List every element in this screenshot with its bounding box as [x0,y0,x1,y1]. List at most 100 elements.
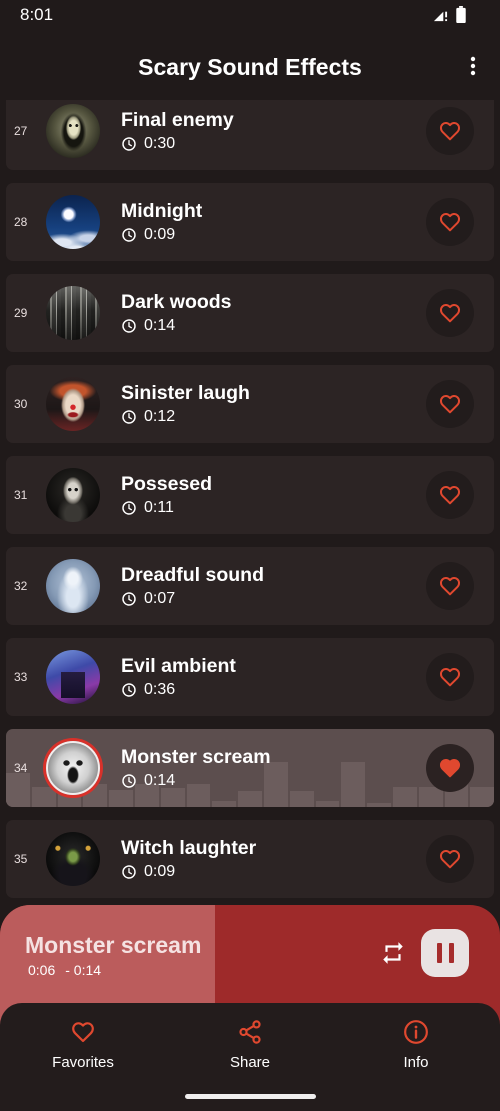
bottom-nav: Favorites Share Info [0,1003,500,1111]
favorite-button[interactable] [426,107,474,155]
sound-info: Monster scream 0:14 [121,745,271,791]
sound-thumbnail [46,195,100,249]
duration-text: 0:09 [144,863,176,880]
duration-text: 0:11 [144,499,174,516]
favorite-button[interactable] [426,471,474,519]
favorite-button[interactable] [426,380,474,428]
sound-thumbnail [46,559,100,613]
sound-list-item[interactable]: 29 Dark woods 0:14 [6,274,494,352]
sound-thumbnail [46,650,100,704]
now-playing-title: Monster scream [25,932,202,958]
waveform-bar [212,800,237,807]
home-indicator[interactable] [185,1094,316,1099]
sound-duration: 0:09 [121,225,202,245]
favorite-button[interactable] [426,835,474,883]
info-icon [404,1020,428,1044]
sound-duration: 0:11 [121,498,212,518]
sound-list-item[interactable]: 34 Monster scream 0:14 [6,729,494,807]
sound-thumbnail [46,832,100,886]
nav-favorites[interactable]: Favorites [0,1003,166,1083]
sound-list-item[interactable]: 35 Witch laughter 0:09 [6,820,494,898]
sound-duration: 0:07 [121,589,264,609]
sound-duration: 0:30 [121,134,234,154]
favorite-button[interactable] [426,653,474,701]
repeat-button[interactable] [379,939,407,967]
pause-icon [448,943,454,963]
clock-icon [122,410,136,424]
sound-number: 27 [14,124,28,138]
sound-title: Monster scream [121,746,271,768]
favorite-button[interactable] [426,289,474,337]
heart-outline-icon [439,121,461,141]
status-time: 8:01 [20,5,54,24]
sound-info: Midnight 0:09 [121,199,202,245]
battery-icon [456,6,466,23]
sound-list-item[interactable]: 27 Final enemy 0:30 [6,100,494,170]
sound-number: 31 [14,488,28,502]
waveform-bar [109,789,133,807]
duration-text: 0:14 [144,317,176,334]
clock-icon [122,865,136,879]
pause-button[interactable] [421,929,469,977]
sound-list-item[interactable]: 33 Evil ambient 0:36 [6,638,494,716]
sound-list-item[interactable]: 31 Possesed 0:11 [6,456,494,534]
heart-outline-icon [439,576,461,596]
heart-filled-icon [439,758,461,778]
sound-list-item[interactable]: 28 Midnight 0:09 [6,183,494,261]
status-bar: 8:01 [0,0,500,30]
nav-share[interactable]: Share [167,1003,333,1083]
sound-list-item[interactable]: 32 Dreadful sound 0:07 [6,547,494,625]
sound-thumbnail [46,286,100,340]
sound-info: Sinister laugh 0:12 [121,381,250,427]
sound-number: 28 [14,215,28,229]
duration-text: 0:07 [144,590,176,607]
nav-label: Info [403,1054,429,1071]
nav-info[interactable]: Info [333,1003,499,1083]
sound-title: Final enemy [121,109,234,131]
sound-title: Dark woods [121,291,232,313]
clock-icon [122,501,136,515]
nav-label: Favorites [52,1054,114,1071]
clock-icon [122,319,136,333]
sound-number: 30 [14,397,28,411]
sound-list[interactable]: 27 Final enemy 0:30 28 Midnight 0:09 29 Dark wo… [0,100,500,905]
elapsed-time: 0:06 [28,962,56,978]
heart-outline-icon [439,667,461,687]
waveform-bar [238,791,262,807]
sound-info: Possesed 0:11 [121,472,212,518]
more-menu-button[interactable] [457,50,489,82]
waveform-bar [289,791,314,807]
repeat-icon [383,942,403,964]
now-playing-times: 0:06 - 0:14 [28,962,101,978]
sound-thumbnail [46,468,100,522]
nav-label: Share [229,1054,271,1071]
sound-info: Evil ambient 0:36 [121,654,236,700]
sound-title: Dreadful sound [121,564,265,586]
heart-outline-icon [439,485,461,505]
page-title: Scary Sound Effects [138,54,362,80]
sound-number: 29 [14,306,28,320]
heart-outline-icon [439,212,461,232]
favorite-button[interactable] [426,562,474,610]
sound-list-item[interactable]: 30 Sinister laugh 0:12 [6,365,494,443]
sound-duration: 0:14 [121,771,271,791]
waveform-bar [392,786,417,807]
sound-info: Final enemy 0:30 [121,108,234,154]
sound-title: Witch laughter [121,837,257,859]
duration-text: 0:36 [144,681,176,698]
sound-thumbnail [46,741,100,795]
clock-icon [122,774,136,788]
heart-outline-icon [439,303,461,323]
favorite-button[interactable] [426,198,474,246]
sound-list-content: 27 Final enemy 0:30 28 Midnight 0:09 29 Dark wo… [0,100,500,898]
sound-info: Dreadful sound 0:07 [121,563,264,609]
sound-title: Midnight [121,200,203,222]
clock-icon [122,137,136,151]
waveform-bar [367,803,391,807]
sound-duration: 0:12 [121,407,250,427]
favorite-button[interactable] [426,744,474,792]
status-icons [433,6,466,23]
heart-outline-icon [439,849,461,869]
sound-number: 33 [14,670,28,684]
sound-info: Dark woods 0:14 [121,290,232,336]
